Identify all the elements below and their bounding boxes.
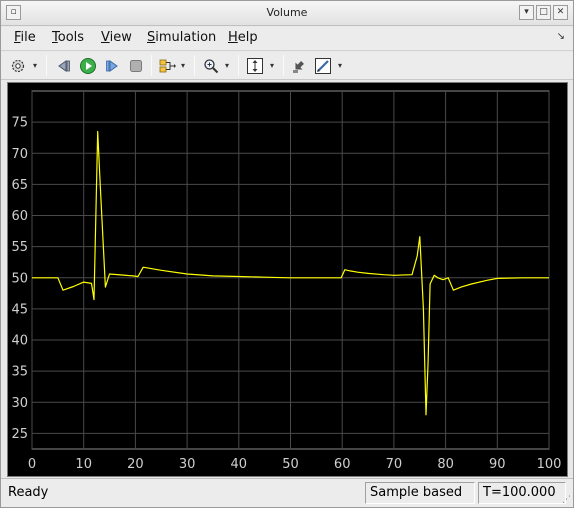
dock-icon[interactable]: ↘ [557,31,565,42]
settings-button[interactable] [7,55,29,76]
menu-view-label: iew [109,30,132,45]
status-bar: Ready Sample based T=100.000 ⋰ [1,478,573,507]
toolbar-separator [46,55,47,76]
step-forward-icon [106,59,118,72]
highlight-block-icon [293,60,304,73]
status-sample-mode-text: Sample based [370,485,463,500]
x-tick-label: 20 [127,457,144,472]
window-menu-icon: ▫ [10,7,17,17]
y-tick-label: 30 [11,396,28,411]
window-menu-button[interactable]: ▫ [6,5,21,20]
y-tick-label: 45 [11,302,28,317]
status-time: T=100.000 [478,482,566,504]
toolbar-separator [238,55,239,76]
status-ready-text: Ready [8,485,49,500]
style-button[interactable] [312,55,334,76]
resize-grip-icon[interactable]: ⋰ [562,495,571,505]
x-tick-label: 10 [75,457,92,472]
menu-help-label: elp [237,30,258,45]
autoscale-icon [247,57,263,74]
x-tick-label: 70 [386,457,403,472]
menu-simulation-label: imulation [155,30,217,45]
zoom-button[interactable] [200,55,222,76]
x-tick-label: 100 [537,457,562,472]
maximize-icon: □ [539,7,548,17]
autoscale-dropdown-icon[interactable]: ▾ [270,61,274,70]
x-tick-label: 30 [179,457,196,472]
step-forward-button[interactable] [101,55,123,76]
title-bar: Volume ▫ ▾ □ ✕ [1,1,573,26]
minimize-icon: ▾ [524,7,529,17]
menu-file-label: ile [20,30,36,45]
menu-file[interactable]: File [14,30,36,45]
x-tick-label: 80 [437,457,454,472]
y-tick-label: 65 [11,178,28,193]
toolbar-separator [283,55,284,76]
menu-help-mnemonic: H [228,30,238,45]
x-tick-label: 60 [334,457,351,472]
x-tick-label: 50 [282,457,299,472]
y-tick-label: 70 [11,147,28,162]
autoscale-button[interactable] [244,55,266,76]
menu-tools-label: ools [57,30,85,45]
menu-tools[interactable]: Tools [52,30,84,45]
y-tick-label: 60 [11,209,28,224]
scope-window: Volume ▫ ▾ □ ✕ File Tools View Simulatio… [0,0,574,508]
maximize-button[interactable]: □ [536,5,551,20]
status-time-text: T=100.000 [483,485,556,500]
menu-view[interactable]: View [101,30,132,45]
step-back-icon [58,59,70,72]
run-icon [80,57,96,74]
status-sample-mode: Sample based [365,482,475,504]
style-icon [315,57,331,74]
y-tick-label: 35 [11,365,28,380]
y-tick-label: 40 [11,334,28,349]
signal-selector-button[interactable] [157,55,179,76]
y-tick-label: 75 [11,116,28,131]
y-tick-label: 25 [11,427,28,442]
menu-view-mnemonic: V [101,30,110,45]
menu-simulation[interactable]: Simulation [147,30,216,45]
toolbar-separator [194,55,195,76]
stop-button[interactable] [125,55,147,76]
toolbar: ▾ ▾ ▾ ▾ ▾ [1,52,573,80]
scope-display[interactable]: 0 10 20 30 40 50 60 70 80 90 100 25 30 35 40 45 50 55 60 65… [7,82,568,477]
x-tick-label: 90 [489,457,506,472]
settings-dropdown-icon[interactable]: ▾ [33,61,37,70]
window-title: Volume [266,6,308,19]
scope-chart: 0 10 20 30 40 50 60 70 80 90 100 25 30 35 40 45 50 55 60 65… [11,90,562,472]
x-tick-label: 40 [231,457,248,472]
minimize-button[interactable]: ▾ [519,5,534,20]
step-back-button[interactable] [53,55,75,76]
close-icon: ✕ [556,7,565,17]
style-dropdown-icon[interactable]: ▾ [338,61,342,70]
y-tick-label: 55 [11,240,28,255]
highlight-block-button[interactable] [288,55,310,76]
menu-help[interactable]: Help [228,30,258,45]
settings-icon [11,59,25,72]
menu-bar: File Tools View Simulation Help ↘ [1,27,573,51]
run-button[interactable] [77,55,99,76]
close-button[interactable]: ✕ [553,5,568,20]
signal-selector-dropdown-icon[interactable]: ▾ [181,61,185,70]
zoom-dropdown-icon[interactable]: ▾ [225,61,229,70]
zoom-icon [204,58,219,73]
y-tick-label: 50 [11,271,28,286]
x-tick-label: 0 [28,457,36,472]
toolbar-separator [151,55,152,76]
stop-icon [130,59,142,72]
signal-selector-icon [159,59,176,72]
